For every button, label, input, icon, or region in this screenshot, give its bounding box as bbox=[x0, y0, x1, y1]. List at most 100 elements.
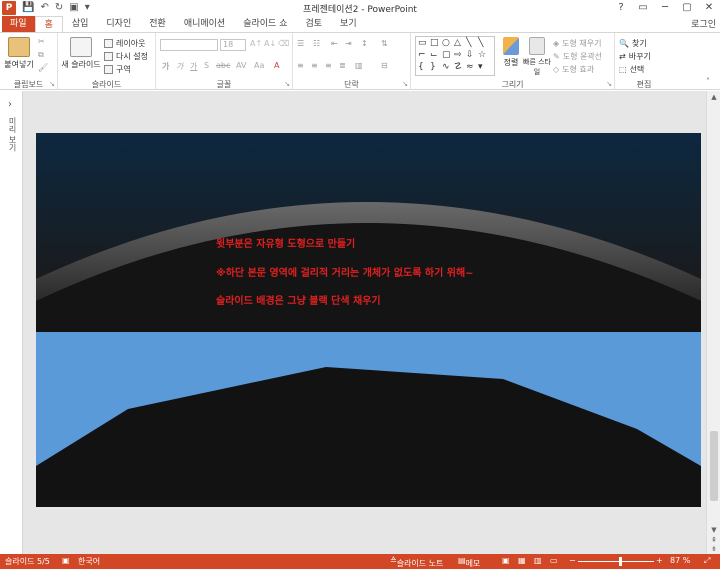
expand-pane-icon[interactable]: › bbox=[8, 99, 12, 110]
scribble-shape-icon[interactable]: ≈ bbox=[466, 62, 477, 74]
new-slide-button[interactable]: 새 슬라이드 bbox=[60, 37, 102, 70]
clipboard-launcher-icon[interactable]: ↘ bbox=[49, 80, 55, 88]
line-shape-icon[interactable]: ╲ bbox=[466, 38, 477, 50]
zoom-in-icon[interactable]: + bbox=[656, 556, 663, 565]
tab-view[interactable]: 보기 bbox=[331, 16, 366, 32]
right-arrow-shape-icon[interactable]: ⇨ bbox=[454, 50, 465, 62]
language-indicator[interactable]: 한국어 bbox=[78, 556, 100, 567]
italic-button[interactable]: 가 bbox=[176, 61, 183, 72]
elbow-shape-icon[interactable]: ⌐ bbox=[418, 50, 429, 62]
connector-shape-icon[interactable]: ⌙ bbox=[430, 50, 441, 62]
align-left-icon[interactable]: ≡ bbox=[297, 61, 304, 70]
select-button[interactable]: ⬚ 선택 bbox=[619, 63, 644, 75]
rounded-rect-shape-icon[interactable]: ▢ bbox=[442, 50, 453, 62]
justify-icon[interactable]: ≣ bbox=[339, 61, 346, 70]
format-painter-icon[interactable]: 🖌 bbox=[38, 63, 48, 72]
paste-button[interactable]: 붙여넣기 bbox=[3, 37, 35, 70]
minimize-icon[interactable]: ─ bbox=[654, 0, 676, 16]
shapes-gallery[interactable]: ▭ □ ○ △ ╲ ╲ ⌐ ⌙ ▢ ⇨ ⇩ ☆ { } ∿ ☡ ≈ ▾ bbox=[415, 36, 495, 76]
copy-icon[interactable]: ⧉ bbox=[38, 50, 44, 60]
font-color-icon[interactable]: A bbox=[274, 61, 279, 70]
vertical-scrollbar[interactable]: ▲ ▼ ⇞ ⇟ bbox=[706, 91, 720, 554]
normal-view-icon[interactable]: ▣ bbox=[502, 556, 510, 565]
tab-review[interactable]: 검토 bbox=[296, 16, 331, 32]
triangle-shape-icon[interactable]: △ bbox=[454, 38, 465, 50]
character-spacing-button[interactable]: AV bbox=[236, 61, 246, 70]
close-icon[interactable]: ✕ bbox=[698, 0, 720, 16]
section-button[interactable]: 구역 bbox=[104, 63, 131, 75]
paragraph-launcher-icon[interactable]: ↘ bbox=[402, 80, 408, 88]
collapse-ribbon-icon[interactable]: ˄ bbox=[706, 77, 710, 86]
shape-outline-button[interactable]: ✎ 도형 윤곽선 bbox=[553, 50, 602, 62]
slideshow-view-icon[interactable]: ▭ bbox=[550, 556, 558, 565]
zoom-level[interactable]: 87 % bbox=[670, 556, 690, 565]
clear-format-icon[interactable]: ⌫ bbox=[278, 39, 289, 48]
tab-file[interactable]: 파일 bbox=[2, 16, 35, 32]
grow-font-icon[interactable]: A↑ bbox=[250, 39, 262, 48]
textbox-shape-icon[interactable]: ▭ bbox=[418, 38, 429, 50]
bold-button[interactable]: 가 bbox=[162, 61, 169, 72]
scroll-thumb[interactable] bbox=[710, 431, 718, 501]
reset-button[interactable]: 다시 설정 bbox=[104, 50, 148, 62]
tab-home[interactable]: 홈 bbox=[34, 16, 63, 32]
shape-effects-button[interactable]: ◇ 도형 효과 bbox=[553, 63, 594, 75]
freeform-shape-icon[interactable]: ☡ bbox=[454, 62, 465, 74]
change-case-button[interactable]: Aa bbox=[254, 61, 264, 70]
arrow-shape-icon[interactable]: ╲ bbox=[478, 38, 489, 50]
layout-button[interactable]: 레이아웃 bbox=[104, 37, 145, 49]
align-text-icon[interactable]: ⊟ bbox=[381, 61, 388, 70]
scroll-down-icon[interactable]: ▼ bbox=[707, 526, 720, 534]
maximize-icon[interactable]: ▢ bbox=[676, 0, 698, 16]
arrange-button[interactable]: 정렬 bbox=[499, 37, 523, 68]
scroll-up-icon[interactable]: ▲ bbox=[707, 93, 720, 101]
font-size-combo[interactable]: 18 bbox=[220, 39, 246, 51]
next-slide-icon[interactable]: ⇟ bbox=[707, 545, 720, 553]
underline-button[interactable]: 가 bbox=[190, 61, 197, 72]
numbering-icon[interactable]: ☷ bbox=[313, 39, 320, 48]
slide-canvas[interactable]: 윗부분은 자유형 도형으로 만들기 ※하단 본문 영역에 걸리적 거리는 개체가… bbox=[36, 133, 701, 507]
zoom-slider-handle[interactable] bbox=[618, 557, 622, 566]
curve-shape-icon[interactable]: ∿ bbox=[442, 62, 453, 74]
line-spacing-icon[interactable]: ↕ bbox=[361, 39, 368, 48]
shrink-font-icon[interactable]: A↓ bbox=[264, 39, 276, 48]
reading-view-icon[interactable]: ▥ bbox=[534, 556, 542, 565]
strikethrough-button[interactable]: abc bbox=[216, 61, 230, 70]
align-right-icon[interactable]: ≡ bbox=[325, 61, 332, 70]
oval-shape-icon[interactable]: ○ bbox=[442, 38, 453, 50]
font-name-combo[interactable] bbox=[160, 39, 218, 51]
increase-indent-icon[interactable]: ⇥ bbox=[345, 39, 352, 48]
down-arrow-shape-icon[interactable]: ⇩ bbox=[466, 50, 477, 62]
shape-fill-button[interactable]: ◈ 도형 채우기 bbox=[553, 37, 602, 49]
text-direction-icon[interactable]: ⇅ bbox=[381, 39, 388, 48]
decrease-indent-icon[interactable]: ⇤ bbox=[331, 39, 338, 48]
rect-shape-icon[interactable]: □ bbox=[430, 38, 441, 50]
comments-button[interactable]: ▤ 메모 bbox=[458, 556, 480, 568]
drawing-launcher-icon[interactable]: ↘ bbox=[606, 80, 612, 88]
fit-to-window-icon[interactable]: ⤢ bbox=[704, 556, 710, 566]
columns-icon[interactable]: ▥ bbox=[355, 61, 363, 70]
tab-insert[interactable]: 삽입 bbox=[63, 16, 98, 32]
cut-icon[interactable]: ✂ bbox=[38, 37, 45, 46]
star-shape-icon[interactable]: ☆ bbox=[478, 50, 489, 62]
zoom-slider[interactable] bbox=[578, 561, 654, 562]
prev-slide-icon[interactable]: ⇞ bbox=[707, 536, 720, 544]
help-icon[interactable]: ? bbox=[610, 0, 632, 16]
slide-sorter-icon[interactable]: ▦ bbox=[518, 556, 526, 565]
zoom-out-icon[interactable]: − bbox=[569, 556, 576, 565]
align-center-icon[interactable]: ≡ bbox=[311, 61, 318, 70]
login-link[interactable]: 로그인 bbox=[691, 17, 716, 30]
tab-slideshow[interactable]: 슬라이드 쇼 bbox=[234, 16, 296, 32]
spellcheck-icon[interactable]: ▣ bbox=[62, 556, 70, 565]
more-shapes-icon[interactable]: ▾ bbox=[478, 62, 489, 74]
notes-button[interactable]: ≙ 슬라이드 노트 bbox=[390, 556, 443, 568]
ribbon-display-icon[interactable]: ▭ bbox=[632, 0, 654, 16]
brace-right-shape-icon[interactable]: } bbox=[430, 62, 441, 74]
tab-design[interactable]: 디자인 bbox=[97, 16, 140, 32]
quick-styles-button[interactable]: 빠른 스타일 bbox=[523, 37, 551, 77]
bullets-icon[interactable]: ☰ bbox=[297, 39, 304, 48]
find-button[interactable]: 🔍 찾기 bbox=[619, 37, 647, 49]
tab-transitions[interactable]: 전환 bbox=[140, 16, 175, 32]
brace-shape-icon[interactable]: { bbox=[418, 62, 429, 74]
shadow-button[interactable]: S bbox=[204, 61, 209, 70]
tab-animations[interactable]: 애니메이션 bbox=[175, 16, 234, 32]
